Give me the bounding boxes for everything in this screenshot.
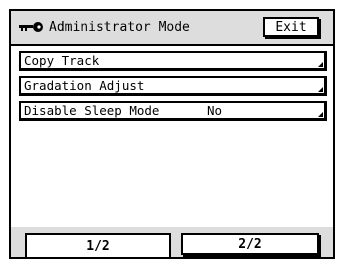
title-area: Administrator Mode [19, 19, 190, 35]
corner-marker-icon [318, 87, 323, 92]
tab-page-2[interactable]: 2/2 [181, 233, 319, 255]
menu-item-label: Gradation Adjust [24, 78, 145, 93]
key-icon [19, 22, 43, 32]
corner-marker-icon [318, 62, 323, 67]
menu-item-gradation-adjust[interactable]: Gradation Adjust [19, 76, 327, 96]
menu-item-value: No [207, 103, 223, 118]
menu-item-disable-sleep-mode[interactable]: Disable Sleep Mode No [19, 101, 327, 121]
admin-panel: Administrator Mode Exit Copy Track Grada… [9, 9, 335, 259]
page-tabs: 1/2 2/2 [11, 227, 333, 257]
menu-item-label: Disable Sleep Mode [24, 103, 160, 118]
exit-button[interactable]: Exit [263, 17, 319, 37]
menu-item-copy-track[interactable]: Copy Track [19, 51, 327, 71]
header-bar: Administrator Mode Exit [11, 11, 333, 46]
menu-item-label: Copy Track [24, 53, 100, 68]
menu-list: Copy Track Gradation Adjust Disable Slee… [19, 51, 327, 126]
tab-page-1[interactable]: 1/2 [25, 233, 171, 257]
corner-marker-icon [318, 112, 323, 117]
page-title: Administrator Mode [49, 19, 190, 35]
